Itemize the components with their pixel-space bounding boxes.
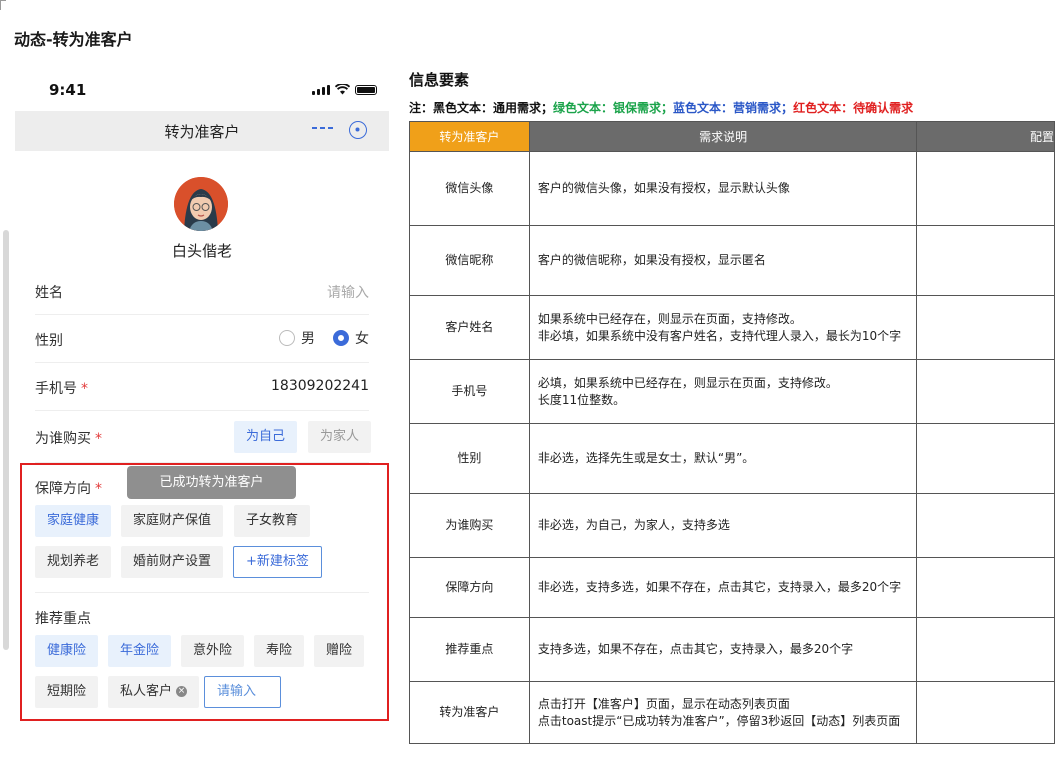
table-row: 微信昵称 客户的微信昵称，如果没有授权，显示匿名 [409, 225, 1055, 296]
table-cell-desc: 非必选，为自己，为家人，支持多选 [528, 493, 918, 558]
table-row: 转为准客户 点击打开【准客户】页面，显示在动态列表页面 点击toast提示“已成功… [409, 681, 1055, 744]
toast: 已成功转为准客户 [127, 466, 296, 499]
protection-tag[interactable]: 家庭健康 [35, 505, 112, 537]
phone-row: 手机号 * 18309202241 [35, 363, 369, 411]
table-cell-desc: 非必选，选择先生或是女士，默认“男”。 [528, 423, 918, 494]
table-cell-key: 客户姓名 [409, 295, 530, 360]
buy-for-family-chip[interactable]: 为家人 [308, 421, 372, 453]
name-label: 姓名 [35, 285, 63, 301]
table-cell-config [916, 225, 1055, 296]
phone-mockup: 9:41 转为准客户 白头偕老 姓名 请输入 性别 男 女 手机号 * 1830… [15, 70, 389, 730]
table-cell-key: 性别 [409, 423, 530, 494]
recommend-tag[interactable]: 健康险 [35, 635, 99, 667]
buy-for-self-chip[interactable]: 为自己 [234, 421, 298, 453]
table-row: 微信头像 客户的微信头像，如果没有授权，显示默认头像 [409, 151, 1055, 226]
more-icon[interactable] [312, 127, 333, 129]
table-header: 转为准客户 [409, 121, 530, 152]
table-cell-config [916, 493, 1055, 558]
remove-tag-icon[interactable]: × [176, 686, 188, 697]
table-cell-desc: 必填，如果系统中已经存在，则显示在页面，支持修改。 长度11位整数。 [528, 359, 918, 424]
table-cell-config [916, 151, 1055, 226]
table-cell-config [916, 681, 1055, 744]
table-cell-key: 为谁购买 [409, 493, 530, 558]
table-row: 为谁购买 非必选，为自己，为家人，支持多选 [409, 493, 1055, 558]
nav-title: 转为准客户 [164, 123, 240, 141]
protection-label: 保障方向 * [35, 481, 102, 497]
signal-icon [312, 85, 330, 95]
table-cell-config [916, 557, 1055, 618]
buy-for-label: 为谁购买 * [35, 431, 102, 447]
avatar [174, 177, 228, 231]
table-cell-key: 保障方向 [409, 557, 530, 618]
nickname: 白头偕老 [171, 242, 232, 260]
table-row: 保障方向 非必选，支持多选，如果不存在，点击其它，支持录入，最多20个字 [409, 557, 1055, 618]
protection-tag[interactable]: 规划养老 [35, 546, 112, 578]
status-bar: 9:41 [15, 70, 389, 110]
recommend-tag-custom[interactable]: 私人客户 × [108, 676, 200, 708]
recommend-tag[interactable]: 意外险 [181, 635, 245, 667]
table-row: 客户姓名 如果系统中已经存在，则显示在页面，支持修改。 非必填，如果系统中没有客户… [409, 295, 1055, 360]
gender-row: 性别 男 女 [35, 315, 369, 363]
gender-radio-male[interactable]: 男 [279, 328, 315, 348]
table-cell-desc: 客户的微信头像，如果没有授权，显示默认头像 [528, 151, 918, 226]
table-header: 需求说明 [528, 121, 918, 152]
radio-checked-icon [333, 330, 349, 346]
vertical-scrollbar[interactable] [3, 230, 9, 650]
protection-tag[interactable]: 婚前财产设置 [121, 546, 224, 578]
protection-tag[interactable]: 子女教育 [234, 505, 311, 537]
requirements-table: 转为准客户 需求说明 配置 微信头像 客户的微信头像，如果没有授权，显示默认头像微… [409, 121, 1055, 744]
table-cell-config [916, 359, 1055, 424]
phone-input[interactable]: 18309202241 [271, 378, 369, 394]
radio-unchecked-icon [279, 330, 295, 346]
phone-label: 手机号 * [35, 381, 88, 397]
gender-label: 性别 [35, 333, 63, 349]
page-title: 动态-转为准客户 [14, 30, 133, 49]
table-cell-desc: 点击打开【准客户】页面，显示在动态列表页面 点击toast提示“已成功转为准客户… [528, 681, 918, 744]
gender-radio-group: 男 女 [279, 328, 369, 348]
status-icons [312, 84, 377, 95]
table-row: 手机号 必填，如果系统中已经存在，则显示在页面，支持修改。 长度11位整数。 [409, 359, 1055, 424]
info-title: 信息要素 [409, 71, 470, 89]
table-cell-config [916, 295, 1055, 360]
table-cell-desc: 非必选，支持多选，如果不存在，点击其它，支持录入，最多20个字 [528, 557, 918, 618]
recommend-tag[interactable]: 赠险 [314, 635, 365, 667]
table-row: 性别 非必选，选择先生或是女士，默认“男”。 [409, 423, 1055, 494]
recommend-tag[interactable]: 短期险 [35, 676, 99, 708]
table-cell-desc: 客户的微信昵称，如果没有授权，显示匿名 [528, 225, 918, 296]
close-icon[interactable] [349, 121, 367, 139]
table-cell-config [916, 423, 1055, 494]
table-cell-config [916, 617, 1055, 682]
recommend-input[interactable]: 请输入 [204, 676, 281, 708]
table-cell-key: 转为准客户 [409, 681, 530, 744]
recommend-label: 推荐重点 [35, 611, 91, 627]
battery-icon [355, 85, 377, 95]
name-row: 姓名 请输入 [35, 267, 369, 315]
table-cell-key: 推荐重点 [409, 617, 530, 682]
table-cell-key: 微信头像 [409, 151, 530, 226]
recommend-tag[interactable]: 寿险 [254, 635, 305, 667]
recommend-tag[interactable]: 年金险 [108, 635, 172, 667]
navbar: 转为准客户 [15, 111, 389, 151]
wifi-icon [335, 84, 350, 95]
table-cell-key: 手机号 [409, 359, 530, 424]
divider [35, 592, 369, 593]
table-row: 推荐重点 支持多选，如果不存在，点击其它，支持录入，最多20个字 [409, 617, 1055, 682]
corner-mark [0, 0, 6, 10]
color-legend: 注：黑色文本：通用需求；绿色文本：银保需求；蓝色文本：营销需求；红色文本：待确认… [409, 101, 914, 115]
new-tag-button[interactable]: +新建标签 [233, 546, 322, 578]
table-cell-desc: 如果系统中已经存在，则显示在页面，支持修改。 非必填，如果系统中没有客户姓名，支… [528, 295, 918, 360]
protection-tag[interactable]: 家庭财产保值 [121, 505, 224, 537]
table-header: 配置 [916, 121, 1055, 152]
table-cell-desc: 支持多选，如果不存在，点击其它，支持录入，最多20个字 [528, 617, 918, 682]
gender-radio-female[interactable]: 女 [333, 328, 369, 348]
status-time: 9:41 [49, 81, 87, 99]
name-input[interactable]: 请输入 [327, 282, 369, 302]
table-cell-key: 微信昵称 [409, 225, 530, 296]
